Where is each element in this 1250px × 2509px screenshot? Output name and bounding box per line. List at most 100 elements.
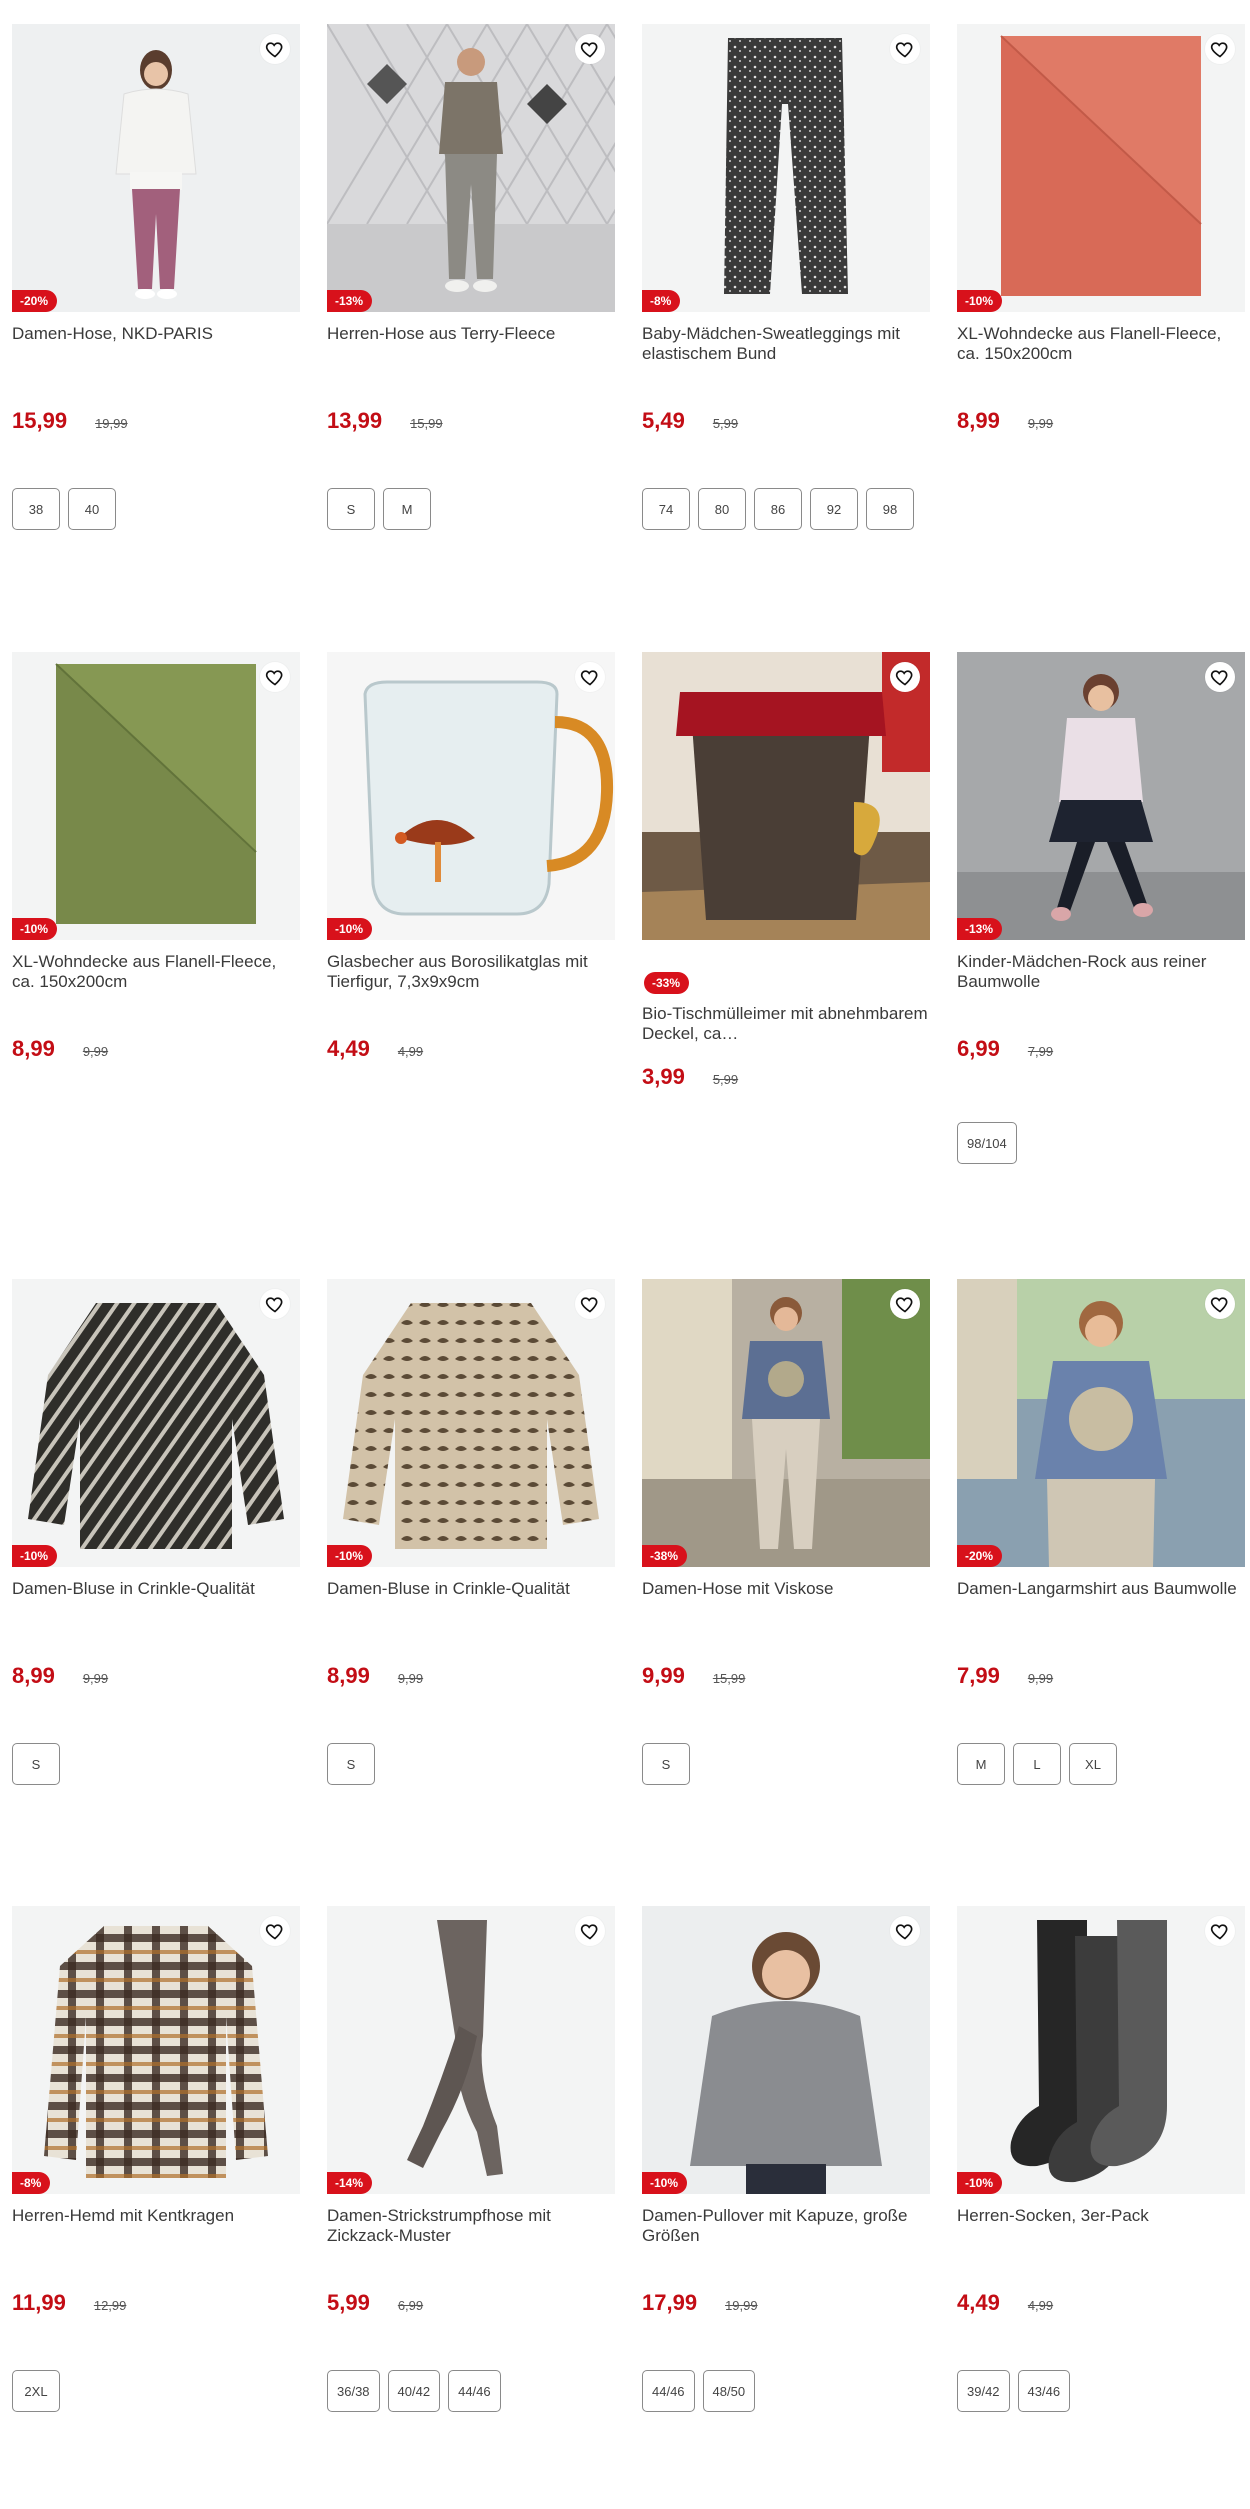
product-title[interactable]: XL-Wohndecke aus Flanell-Fleece, ca. 150… [957, 324, 1245, 364]
wishlist-heart-icon[interactable] [1205, 1289, 1235, 1319]
wishlist-heart-icon[interactable] [260, 1289, 290, 1319]
price-row: 8,99 9,99 [12, 1036, 300, 1064]
product-image[interactable]: -13% [957, 652, 1245, 940]
size-button[interactable]: XL [1069, 1743, 1117, 1785]
product-card[interactable]: -10% Glasbecher aus Borosilikatglas mit … [327, 652, 615, 1064]
size-button[interactable]: L [1013, 1743, 1061, 1785]
size-button[interactable]: 74 [642, 488, 690, 530]
product-image[interactable]: -10% [327, 652, 615, 940]
product-image[interactable]: -20% [12, 24, 300, 312]
wishlist-heart-icon[interactable] [890, 1289, 920, 1319]
product-image[interactable]: -13% [327, 24, 615, 312]
size-button[interactable]: 86 [754, 488, 802, 530]
price-row: 6,99 7,99 [957, 1036, 1245, 1064]
size-button[interactable]: 38 [12, 488, 60, 530]
size-button[interactable]: 43/46 [1017, 2370, 1071, 2412]
old-price: 9,99 [1027, 1671, 1054, 1686]
product-card[interactable]: -20% Damen-Hose, NKD-PARIS 15,99 19,99 3… [12, 24, 300, 530]
product-image[interactable]: -10% [12, 1279, 300, 1567]
wishlist-heart-icon[interactable] [1205, 662, 1235, 692]
product-card[interactable]: -13% Herren-Hose aus Terry-Fleece 13,99 … [327, 24, 615, 530]
product-title[interactable]: Herren-Socken, 3er-Pack [957, 2206, 1245, 2246]
size-button[interactable]: 44/46 [642, 2370, 695, 2412]
product-title[interactable]: Damen-Bluse in Crinkle-Qualität [12, 1579, 300, 1619]
wishlist-heart-icon[interactable] [575, 1289, 605, 1319]
wishlist-heart-icon[interactable] [260, 34, 290, 64]
product-title[interactable]: Herren-Hemd mit Kentkragen [12, 2206, 300, 2246]
product-title[interactable]: Damen-Bluse in Crinkle-Qualität [327, 1579, 615, 1619]
wishlist-heart-icon[interactable] [575, 662, 605, 692]
product-title[interactable]: Baby-Mädchen-Sweatleggings mit elastisch… [642, 324, 930, 364]
product-title[interactable]: Damen-Hose mit Viskose [642, 1579, 930, 1619]
glass-mug-hedgehog-image [327, 652, 615, 940]
size-button[interactable]: 48/50 [702, 2370, 756, 2412]
product-title[interactable]: Bio-Tischmülleimer mit abnehmbarem Decke… [642, 1004, 930, 1044]
wishlist-heart-icon[interactable] [575, 1916, 605, 1946]
size-button[interactable]: 40 [68, 488, 116, 530]
size-button[interactable]: 44/46 [448, 2370, 501, 2412]
product-title[interactable]: Damen-Hose, NKD-PARIS [12, 324, 300, 364]
product-card[interactable]: -8% Baby-Mädchen-Sweatleggings mit elast… [642, 24, 930, 530]
price-row: 15,99 19,99 [12, 408, 300, 436]
product-image[interactable]: -10% [957, 1906, 1245, 2194]
man-grey-outfit-image [327, 24, 615, 312]
size-button[interactable]: S [642, 1743, 690, 1785]
product-card[interactable]: -10% Herren-Socken, 3er-Pack 4,49 4,99 3… [957, 1906, 1245, 2412]
wishlist-heart-icon[interactable] [260, 1916, 290, 1946]
wishlist-heart-icon[interactable] [890, 662, 920, 692]
product-card[interactable]: -38% Damen-Hose mit Viskose 9,99 15,99 S [642, 1279, 930, 1785]
product-title[interactable]: Glasbecher aus Borosilikatglas mit Tierf… [327, 952, 615, 992]
product-card[interactable]: -10% Damen-Bluse in Crinkle-Qualität 8,9… [327, 1279, 615, 1785]
product-card[interactable]: -13% Kinder-Mädchen-Rock aus reiner Baum… [957, 652, 1245, 1164]
size-button[interactable]: 40/42 [387, 2370, 441, 2412]
product-card[interactable]: -10% Damen-Bluse in Crinkle-Qualität 8,9… [12, 1279, 300, 1785]
product-title[interactable]: Kinder-Mädchen-Rock aus reiner Baumwolle [957, 952, 1245, 992]
wishlist-heart-icon[interactable] [890, 34, 920, 64]
product-image[interactable]: -10% [12, 652, 300, 940]
product-image[interactable]: -10% [642, 1906, 930, 2194]
size-button[interactable]: 98/104 [957, 1122, 1017, 1164]
product-title[interactable]: Damen-Pullover mit Kapuze, große Größen [642, 2206, 930, 2246]
product-image[interactable]: -38% [642, 1279, 930, 1567]
size-options: 38 40 [12, 488, 300, 530]
product-title[interactable]: Herren-Hose aus Terry-Fleece [327, 324, 615, 364]
wishlist-heart-icon[interactable] [1205, 1916, 1235, 1946]
size-button[interactable]: M [957, 1743, 1005, 1785]
product-card[interactable]: -10% XL-Wohndecke aus Flanell-Fleece, ca… [957, 24, 1245, 436]
product-card[interactable]: -8% Herren-Hemd mit Kentkragen 11,99 12,… [12, 1906, 300, 2412]
product-card[interactable]: -10% XL-Wohndecke aus Flanell-Fleece, ca… [12, 652, 300, 1064]
product-card[interactable]: -14% Damen-Strickstrumpfhose mit Zickzac… [327, 1906, 615, 2412]
wishlist-heart-icon[interactable] [1205, 34, 1235, 64]
product-image[interactable]: -14% [327, 1906, 615, 2194]
size-button[interactable]: 36/38 [327, 2370, 380, 2412]
product-image[interactable]: -20% [957, 1279, 1245, 1567]
tights-legs-image [327, 1906, 615, 2194]
old-price: 15,99 [410, 416, 443, 431]
wishlist-heart-icon[interactable] [575, 34, 605, 64]
product-title[interactable]: XL-Wohndecke aus Flanell-Fleece, ca. 150… [12, 952, 300, 992]
old-price: 9,99 [397, 1671, 424, 1686]
product-image[interactable] [642, 652, 930, 940]
size-button[interactable]: M [383, 488, 431, 530]
product-image[interactable]: -8% [642, 24, 930, 312]
size-button[interactable]: 39/42 [957, 2370, 1010, 2412]
size-button[interactable]: S [12, 1743, 60, 1785]
wishlist-heart-icon[interactable] [890, 1916, 920, 1946]
product-image[interactable]: -10% [327, 1279, 615, 1567]
product-title[interactable]: Damen-Langarmshirt aus Baumwolle [957, 1579, 1245, 1619]
three-socks-image [957, 1906, 1245, 2194]
size-button[interactable]: S [327, 488, 375, 530]
old-price: 4,99 [1027, 2298, 1054, 2313]
product-title[interactable]: Damen-Strickstrumpfhose mit Zickzack-Mus… [327, 2206, 615, 2246]
size-button[interactable]: S [327, 1743, 375, 1785]
size-button[interactable]: 2XL [12, 2370, 60, 2412]
product-card[interactable]: -33% Bio-Tischmülleimer mit abnehmbarem … [642, 652, 930, 1092]
product-card[interactable]: -10% Damen-Pullover mit Kapuze, große Gr… [642, 1906, 930, 2412]
size-button[interactable]: 80 [698, 488, 746, 530]
wishlist-heart-icon[interactable] [260, 662, 290, 692]
product-image[interactable]: -10% [957, 24, 1245, 312]
product-card[interactable]: -20% Damen-Langarmshirt aus Baumwolle 7,… [957, 1279, 1245, 1785]
product-image[interactable]: -8% [12, 1906, 300, 2194]
size-button[interactable]: 98 [866, 488, 914, 530]
size-button[interactable]: 92 [810, 488, 858, 530]
